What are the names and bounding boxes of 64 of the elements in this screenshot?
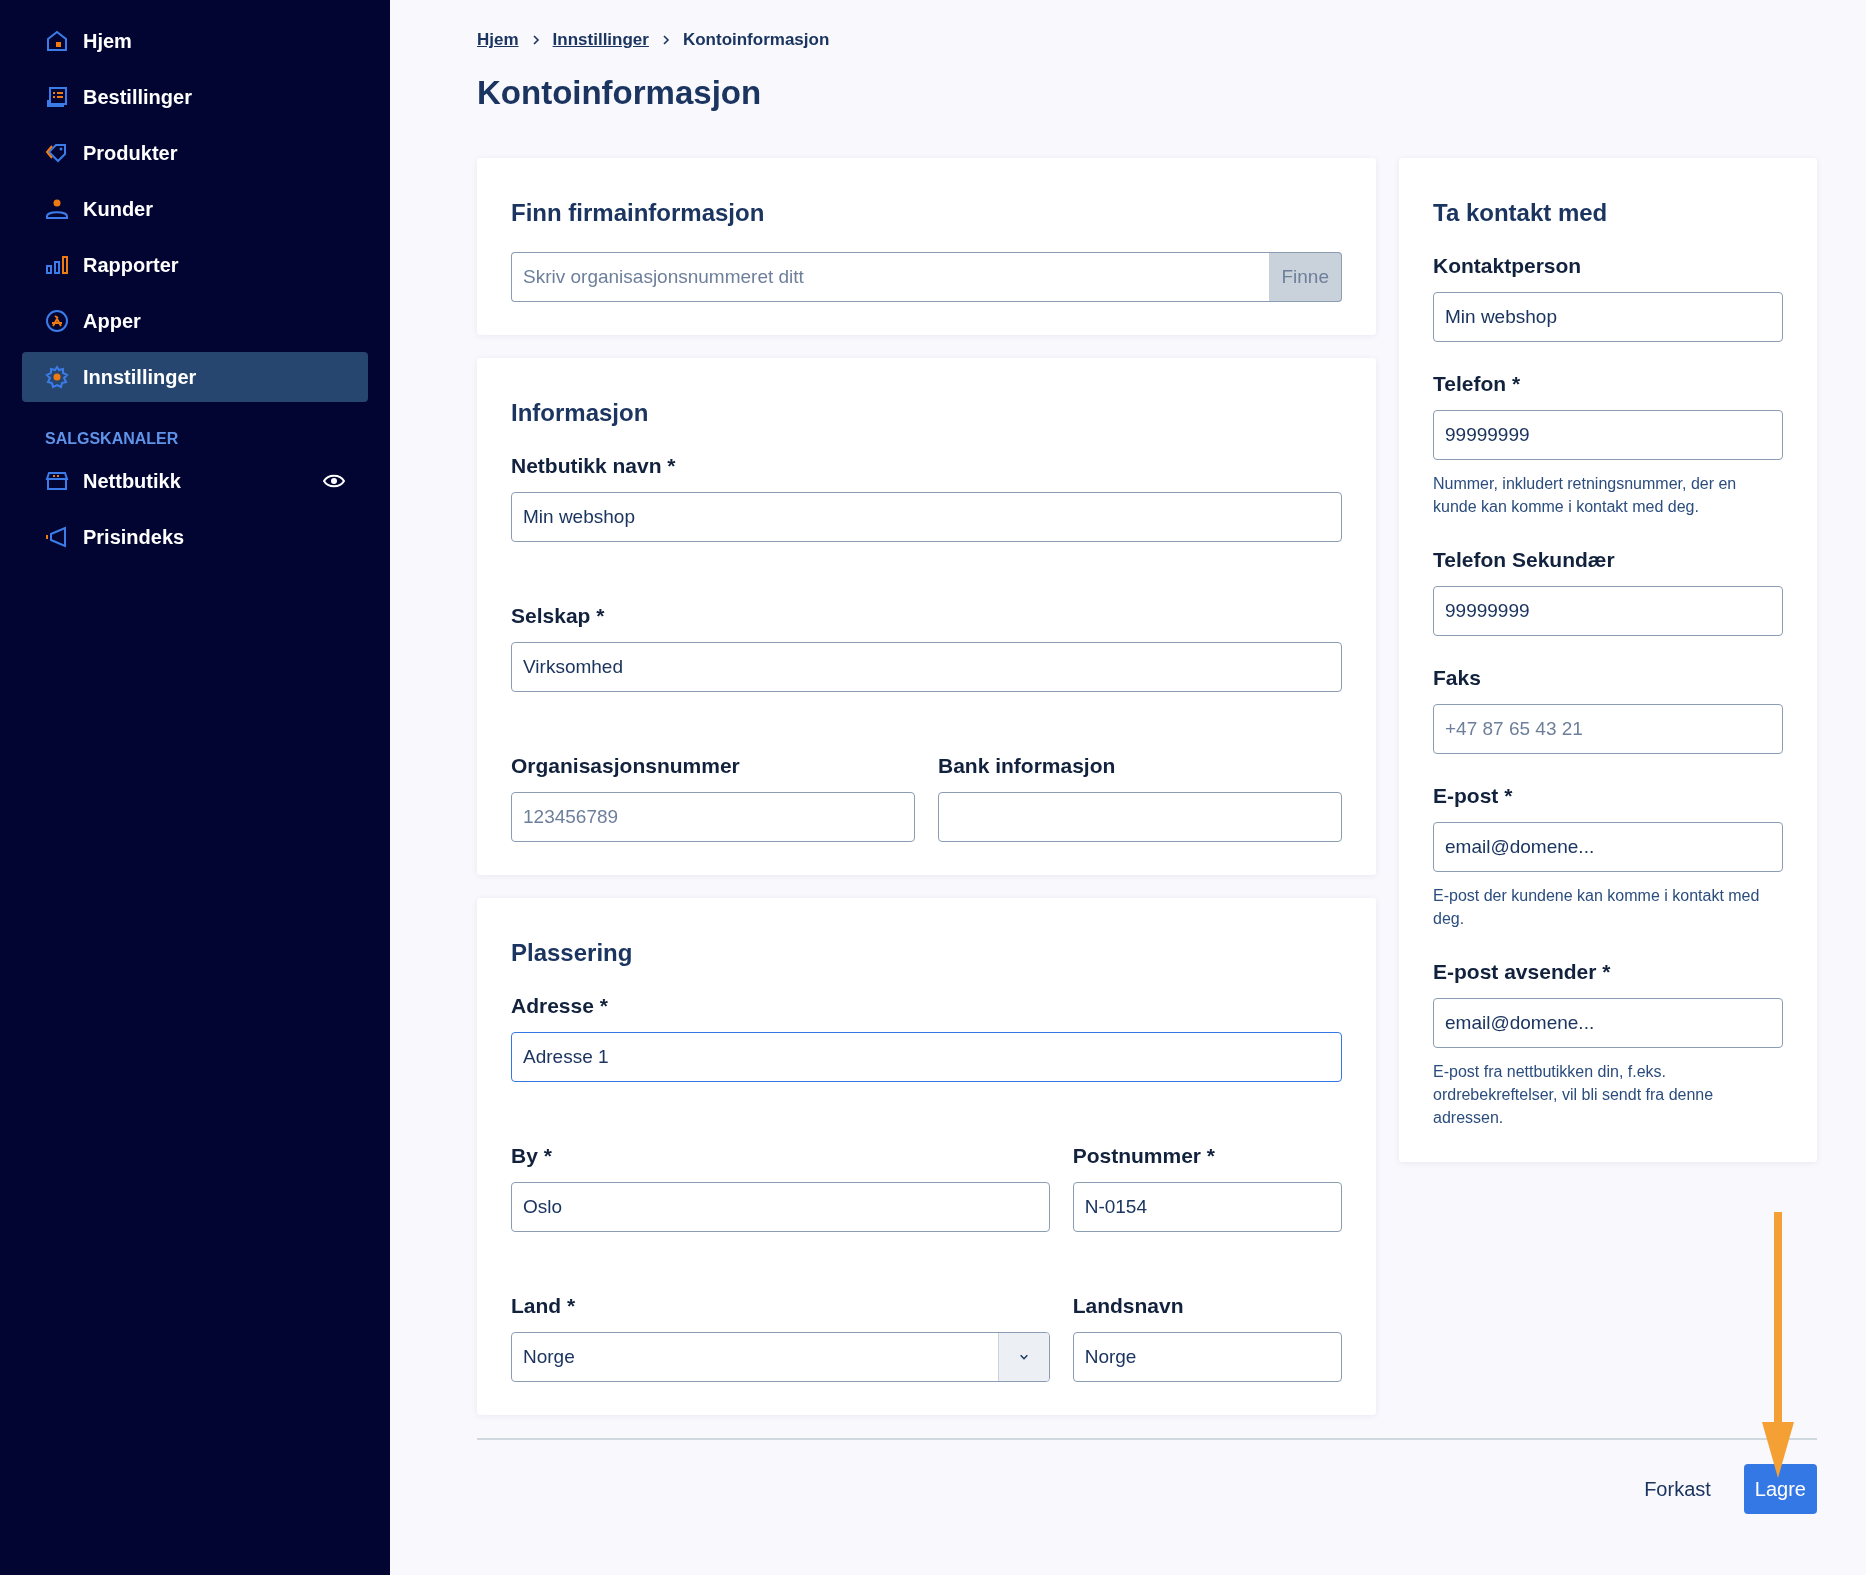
section-heading: SALGSKANALER <box>44 429 180 449</box>
sidebar-item[interactable]: Apper <box>22 296 368 346</box>
discard-button[interactable]: Forkast <box>1633 1464 1722 1514</box>
input-field[interactable]: 123456789 <box>511 792 915 842</box>
sidebar-item[interactable]: Produkter <box>22 128 368 178</box>
circle-app-icon <box>45 309 69 333</box>
input-field[interactable]: N-0154 <box>1072 1182 1342 1232</box>
field-label: Bank informasjon <box>938 753 1117 779</box>
bar-chart-icon <box>45 253 69 277</box>
input-field[interactable]: +47 87 65 43 21 <box>1433 704 1783 754</box>
card-title: Informasjon <box>511 398 650 428</box>
input-field[interactable]: Adresse 1 <box>511 1032 1342 1082</box>
field-label: Netbutikk navn * <box>511 453 677 479</box>
chevron-right-icon <box>660 34 671 46</box>
input-field[interactable]: 99999999 <box>1433 586 1783 636</box>
field-label: Kontaktperson <box>1433 253 1583 279</box>
document-list-icon <box>45 85 69 109</box>
input-field[interactable] <box>938 792 1342 842</box>
card-title: Finn firmainformasjon <box>511 198 766 228</box>
sidebar-item[interactable]: Nettbutikk <box>22 456 368 506</box>
help-text: Nummer, inkludert retningsnummer, der en kunde kan komme i kontakt med deg. <box>1433 474 1738 517</box>
sidebar-item[interactable]: Prisindeks <box>22 512 368 562</box>
help-text: E-post fra nettbutikken din, f.eks. ordrebekreftelser, vil bli sendt fra denne adressen. <box>1433 1062 1715 1128</box>
field-label: Postnummer * <box>1072 1143 1217 1169</box>
card-title: Ta kontakt med <box>1433 198 1609 228</box>
input-field[interactable]: Min webshop <box>511 492 1342 542</box>
field-label: Land * <box>511 1293 577 1319</box>
chevron-right-icon <box>530 34 541 46</box>
help-text: E-post der kundene kan komme i kontakt med deg. <box>1433 886 1761 929</box>
field-label: Organisasjonsnummer <box>511 753 741 779</box>
breadcrumb-link[interactable]: Hjem <box>477 30 519 50</box>
page-title: Kontoinformasjon <box>477 74 763 112</box>
field-label: Selskap * <box>511 603 606 629</box>
dropdown[interactable]: Norge <box>511 1332 1050 1382</box>
breadcrumb-current: Kontoinformasjon <box>682 30 830 50</box>
tag-icon <box>45 141 69 165</box>
field-label: E-post avsender * <box>1433 959 1612 985</box>
input-field[interactable]: Oslo <box>511 1182 1050 1232</box>
field-label: Telefon Sekundær <box>1433 547 1616 573</box>
field-label: Telefon * <box>1433 371 1522 397</box>
sidebar-item[interactable]: Innstillinger <box>22 352 368 402</box>
sidebar-item[interactable]: Bestillinger <box>22 72 368 122</box>
sidebar-item[interactable]: Hjem <box>22 16 368 66</box>
person-icon <box>45 197 69 221</box>
megaphone-icon <box>45 525 69 549</box>
field-label: By * <box>511 1143 553 1169</box>
card-title: Plassering <box>511 938 634 968</box>
house-icon <box>45 29 69 53</box>
breadcrumb-link[interactable]: Innstillinger <box>552 30 649 50</box>
store-icon <box>45 469 69 493</box>
field-label: Adresse * <box>511 993 609 1019</box>
input-field[interactable]: 99999999 <box>1433 410 1783 460</box>
input-field[interactable]: Virksomhed <box>511 642 1342 692</box>
field-label: Faks <box>1433 665 1482 691</box>
sidebar-item[interactable]: Kunder <box>22 184 368 234</box>
settings-icon <box>45 365 69 389</box>
field-label: Landsnavn <box>1072 1293 1185 1319</box>
input-field[interactable]: Min webshop <box>1433 292 1783 342</box>
input-field[interactable]: Norge <box>1072 1332 1342 1382</box>
save-button[interactable]: Lagre <box>1743 1464 1817 1514</box>
field-label: E-post * <box>1433 783 1514 809</box>
sidebar-item[interactable]: Rapporter <box>22 240 368 290</box>
input-field[interactable]: email@domene... <box>1433 998 1783 1048</box>
input-field[interactable]: email@domene... <box>1433 822 1783 872</box>
